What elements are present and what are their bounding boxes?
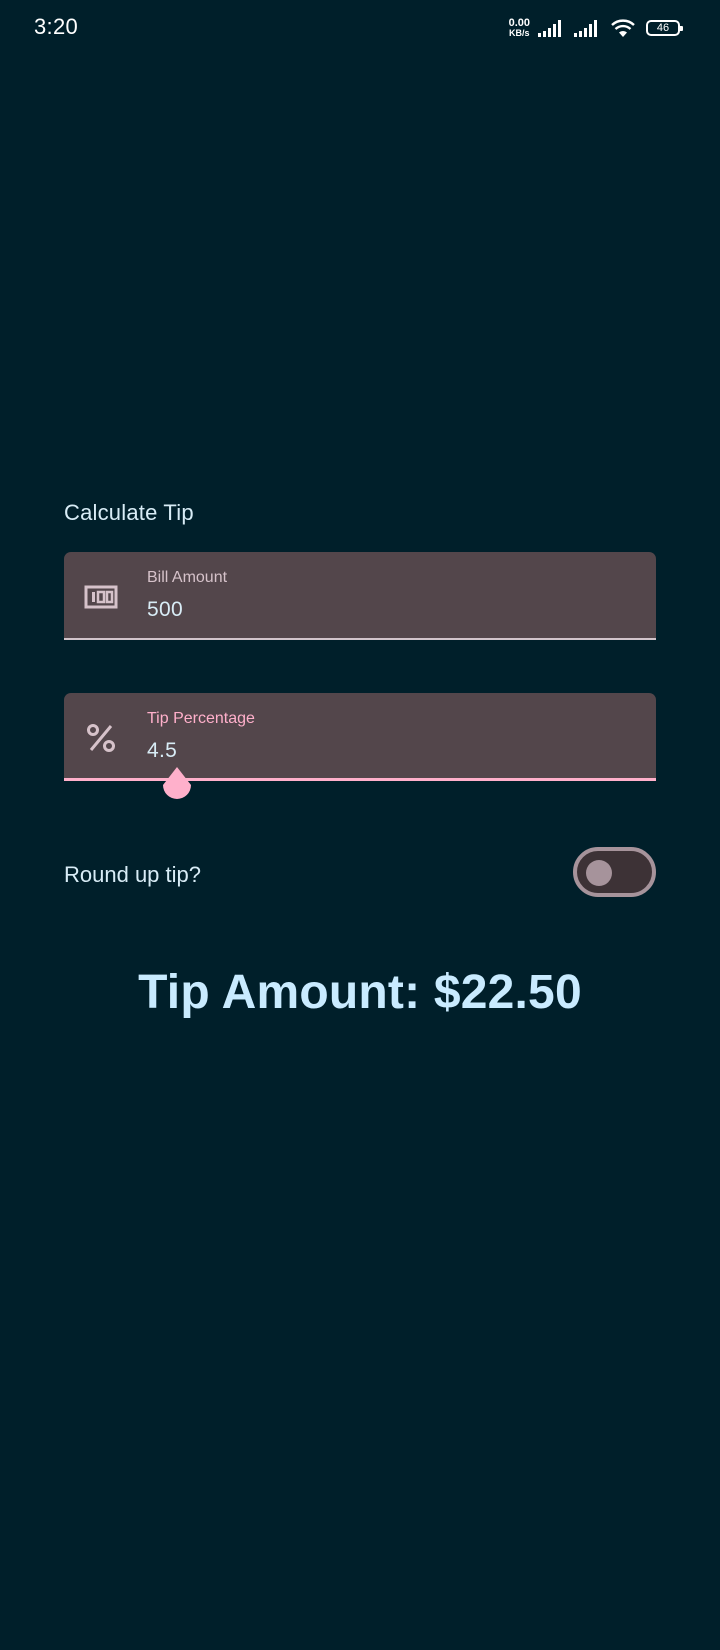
status-icons: 0.00 KB/s 46 bbox=[508, 15, 683, 41]
status-time: 3:20 bbox=[34, 14, 79, 39]
round-up-label: Round up tip? bbox=[64, 862, 201, 887]
bill-amount-value[interactable]: 500 bbox=[147, 598, 183, 622]
network-speed-unit: KB/s bbox=[509, 28, 530, 38]
network-speed: 0.00 KB/s bbox=[508, 17, 530, 39]
signal-icon bbox=[538, 20, 561, 37]
tip-amount-result: Tip Amount: $22.50 bbox=[138, 966, 582, 1019]
percent-icon bbox=[87, 724, 115, 752]
battery-icon: 46 bbox=[646, 20, 683, 36]
network-speed-value: 0.00 bbox=[508, 17, 530, 29]
money-icon bbox=[84, 585, 118, 609]
tip-percentage-label: Tip Percentage bbox=[147, 710, 255, 727]
switch-thumb bbox=[586, 860, 612, 886]
bill-amount-field[interactable]: Bill Amount 500 bbox=[64, 552, 656, 640]
tip-percentage-field[interactable]: Tip Percentage 4.5 bbox=[64, 693, 656, 781]
text-cursor-handle[interactable] bbox=[161, 765, 193, 805]
bill-amount-label: Bill Amount bbox=[147, 569, 228, 586]
wifi-icon bbox=[611, 19, 635, 37]
status-bar: 3:20 0.00 KB/s 46 bbox=[0, 0, 720, 56]
signal-icon bbox=[574, 20, 597, 37]
tip-percentage-value[interactable]: 4.5 bbox=[147, 739, 177, 763]
round-up-switch[interactable] bbox=[573, 847, 656, 897]
page-title: Calculate Tip bbox=[64, 500, 194, 525]
